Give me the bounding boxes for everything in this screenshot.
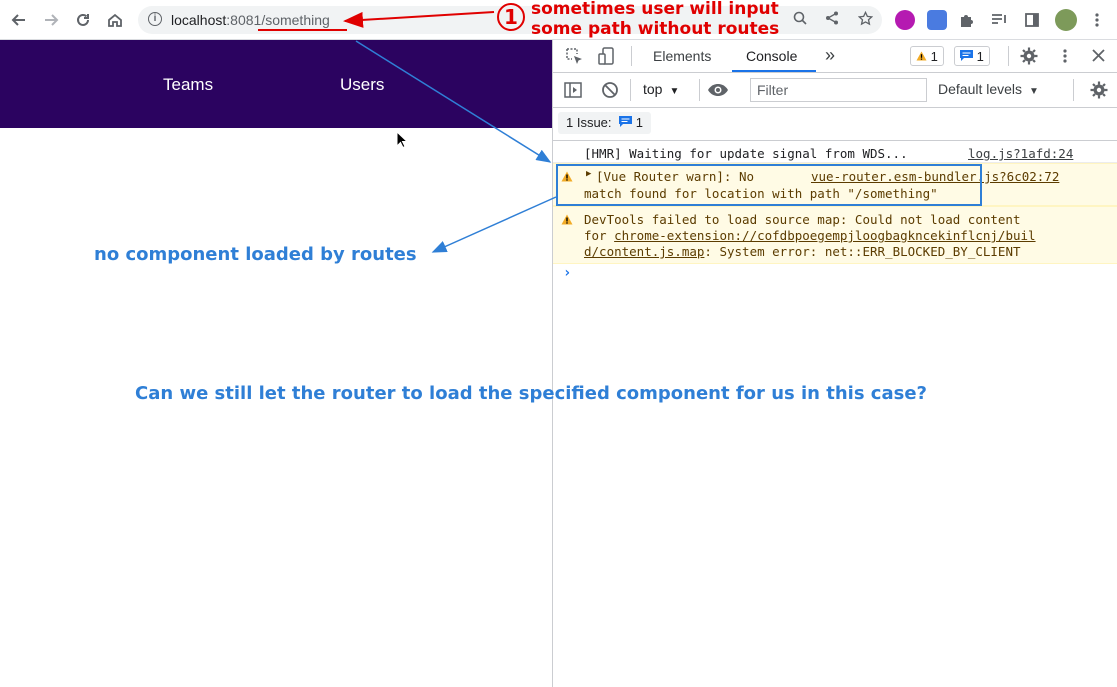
console-message: [HMR] Waiting for update signal from WDS… <box>553 141 1117 163</box>
source-link[interactable]: log.js?1afd:24 <box>968 146 1073 161</box>
annotation-no-component: no component loaded by routes <box>94 244 417 265</box>
devtools-tabbar: Elements Console » 1 1 <box>553 40 1117 73</box>
console-prompt[interactable]: › <box>563 265 571 281</box>
share-icon[interactable] <box>823 11 841 29</box>
profile-avatar[interactable] <box>1055 9 1077 31</box>
issues-button[interactable]: 1 Issue: 1 <box>558 112 652 134</box>
devtools-menu-icon[interactable] <box>1062 48 1068 69</box>
highlight-box <box>556 164 982 206</box>
app-navbar: Teams Users <box>0 40 553 128</box>
mouse-cursor-icon <box>396 131 408 149</box>
message-text: DevTools failed to load source map: Coul… <box>584 212 1021 227</box>
message-text: [HMR] Waiting for update signal from WDS… <box>584 146 908 161</box>
message-icon <box>619 116 633 127</box>
annotation-question: Can we still let the router to load the … <box>135 383 927 404</box>
reload-icon[interactable] <box>71 8 95 32</box>
source-link[interactable]: chrome-extension://cofdbpoegempjloogbagk… <box>614 228 1035 243</box>
extensions-puzzle-icon[interactable] <box>959 12 975 28</box>
home-icon[interactable] <box>103 8 127 32</box>
clear-console-icon[interactable] <box>601 81 619 104</box>
filter-input[interactable]: Filter <box>750 78 927 102</box>
log-levels-dropdown[interactable]: Default levels ▼ <box>938 81 1039 97</box>
translate-extension-icon[interactable] <box>927 10 947 30</box>
message-text: for chrome-extension://cofdbpoegempjloog… <box>584 228 1036 243</box>
active-tab-indicator <box>732 70 816 72</box>
messages-badge[interactable]: 1 <box>954 46 990 66</box>
toolbar-divider <box>1073 79 1074 101</box>
issues-bar: 1 Issue: 1 <box>553 108 1117 141</box>
inspect-element-icon[interactable] <box>565 47 583 70</box>
callout-number: 1 <box>497 3 525 31</box>
side-panel-icon[interactable] <box>1024 12 1040 28</box>
source-link[interactable]: d/content.js.map <box>584 244 704 259</box>
nav-link-teams[interactable]: Teams <box>163 75 213 95</box>
forward-icon[interactable] <box>39 8 63 32</box>
settings-gear-icon[interactable] <box>1020 47 1038 70</box>
close-devtools-icon[interactable] <box>1092 49 1105 67</box>
live-expression-eye-icon[interactable] <box>707 81 729 104</box>
more-tabs-button[interactable]: » <box>825 45 835 66</box>
url-text: localhost:8081/something <box>171 12 330 28</box>
sidebar-toggle-icon[interactable] <box>564 81 582 104</box>
device-toolbar-icon[interactable] <box>597 46 617 71</box>
warnings-badge[interactable]: 1 <box>910 46 944 66</box>
zoom-icon[interactable] <box>791 11 809 29</box>
tab-divider <box>1008 46 1009 66</box>
console-warning: DevTools failed to load source map: Coul… <box>553 206 1117 264</box>
browser-menu-icon[interactable] <box>1092 12 1102 28</box>
annotation-red-line2: some path without routes <box>531 19 780 39</box>
warning-icon <box>561 214 573 225</box>
annotation-red-line1: sometimes user will input <box>531 0 779 19</box>
bookmark-star-icon[interactable] <box>856 10 874 29</box>
warning-icon <box>916 51 927 61</box>
extension-lb-icon[interactable] <box>895 10 915 30</box>
toolbar-divider <box>699 79 700 101</box>
toolbar-divider <box>630 79 631 101</box>
message-icon <box>960 50 973 61</box>
back-icon[interactable] <box>7 8 31 32</box>
tab-console[interactable]: Console <box>746 48 797 64</box>
console-settings-gear-icon[interactable] <box>1090 81 1108 104</box>
devtools-panel: Elements Console » 1 1 top ▼ Filter Defa… <box>552 40 1117 687</box>
tab-elements[interactable]: Elements <box>653 48 711 64</box>
site-info-icon[interactable]: i <box>148 12 162 26</box>
reading-list-icon[interactable] <box>991 12 1007 28</box>
context-selector[interactable]: top ▼ <box>643 81 679 97</box>
tab-divider <box>631 46 632 66</box>
message-text: d/content.js.map: System error: net::ERR… <box>584 244 1021 259</box>
console-toolbar: top ▼ Filter Default levels ▼ <box>553 73 1117 108</box>
nav-link-users[interactable]: Users <box>340 75 384 95</box>
page-content <box>0 128 553 687</box>
